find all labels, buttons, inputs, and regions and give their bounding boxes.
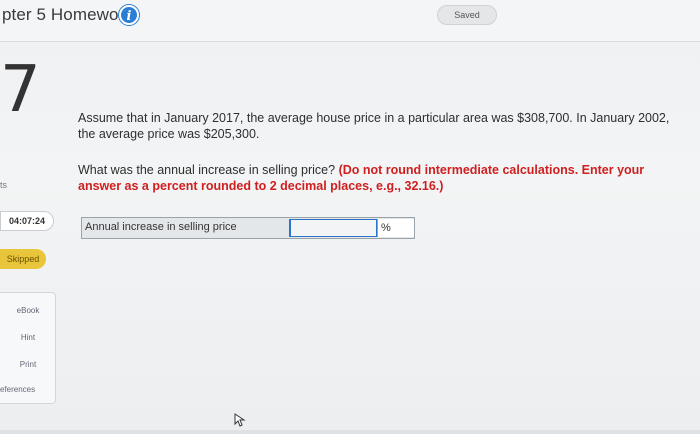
ebook-link[interactable]: eBook [0, 306, 56, 315]
saved-status-badge: Saved [437, 5, 497, 25]
assignment-title: pter 5 Homework [2, 5, 133, 24]
page: pter 5 Homework i Saved 7 ts 04:07:24 Sk… [0, 0, 700, 434]
skipped-badge: Skipped [0, 249, 46, 269]
percent-unit: % [377, 219, 414, 237]
question-number: 7 [0, 53, 41, 127]
timer-badge: 04:07:24 [0, 211, 54, 231]
answer-input[interactable] [289, 219, 377, 237]
header-bar: pter 5 Homework i Saved [0, 0, 700, 42]
question-prompt: What was the annual increase in selling … [78, 163, 339, 177]
info-icon[interactable]: i [119, 5, 139, 25]
resources-panel: eBook Hint Print eferences [0, 292, 56, 404]
points-label: ts [0, 180, 8, 190]
question-instructions: What was the annual increase in selling … [78, 162, 678, 194]
bottom-border [0, 430, 700, 434]
answer-row: Annual increase in selling price % [81, 217, 415, 239]
answer-label: Annual increase in selling price [85, 221, 237, 233]
mouse-cursor-icon [234, 413, 246, 427]
hint-link[interactable]: Hint [0, 333, 56, 342]
print-link[interactable]: Print [0, 360, 56, 369]
question-text: Assume that in January 2017, the average… [78, 111, 670, 141]
references-link[interactable]: eferences [0, 385, 56, 394]
